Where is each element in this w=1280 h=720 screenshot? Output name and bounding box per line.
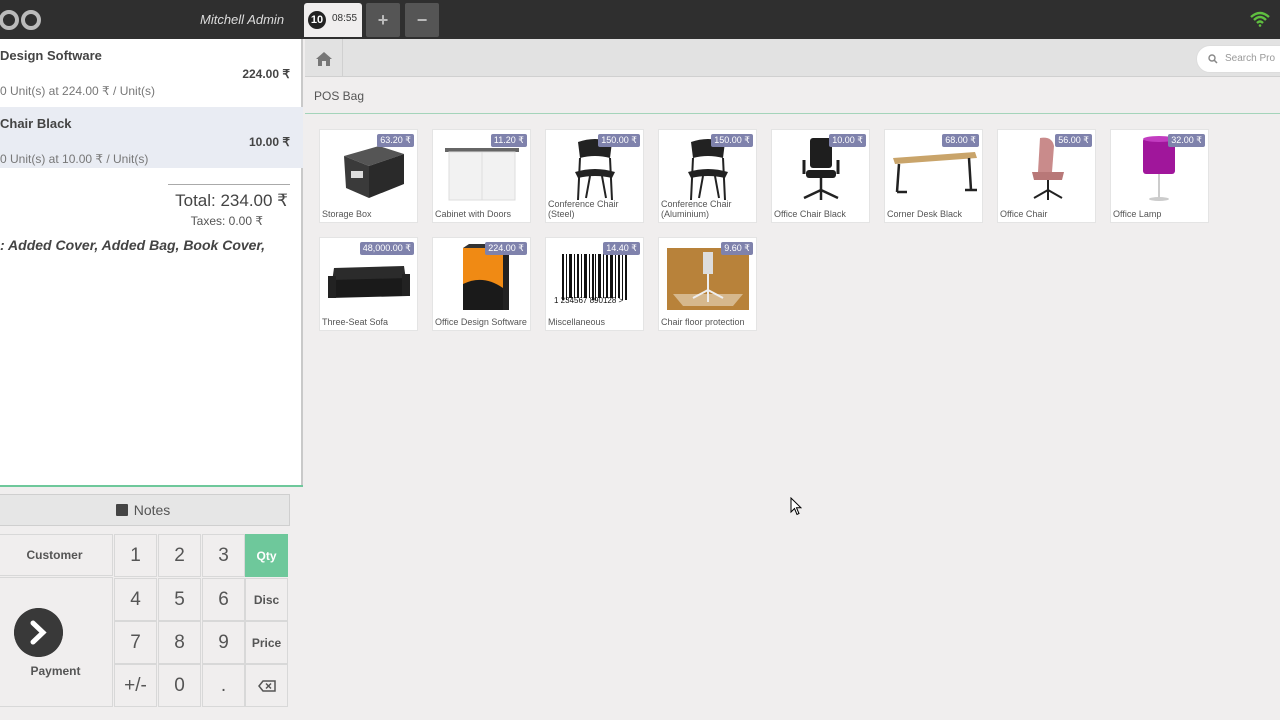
orderline-price: 224.00 ₹ — [242, 67, 290, 81]
numpad-key-2[interactable]: 2 — [158, 534, 201, 577]
order-time: 08:55 — [332, 13, 358, 24]
numpad-key-3[interactable]: 3 — [202, 534, 245, 577]
home-icon — [316, 52, 332, 66]
notes-label: Notes — [133, 502, 171, 518]
mouse-cursor-icon — [790, 497, 802, 516]
notes-button[interactable]: Notes — [0, 494, 290, 526]
customer-button[interactable]: Customer — [0, 534, 113, 576]
numpad-key-0[interactable]: 0 — [158, 664, 201, 707]
orderline-price: 10.00 ₹ — [249, 135, 290, 149]
product-card[interactable]: 56.00 ₹ Office Chair — [997, 129, 1096, 223]
wifi-icon — [1250, 11, 1270, 27]
payment-button[interactable]: Payment — [0, 577, 113, 707]
product-name: Chair floor protection — [661, 317, 745, 327]
product-card[interactable]: 48,000.00 ₹ Three-Seat Sofa — [319, 237, 418, 331]
product-name: Three-Seat Sofa — [322, 317, 389, 327]
note-icon — [115, 503, 128, 516]
product-price: 9.60 ₹ — [721, 242, 753, 255]
products-header: Search Pro — [305, 39, 1280, 77]
search-placeholder: Search Pro — [1225, 53, 1276, 64]
orderline-info: 0 Unit(s) at 10.00 ₹ / Unit(s) — [0, 152, 149, 166]
product-price: 224.00 ₹ — [485, 242, 527, 255]
numpad-key-6[interactable]: 6 — [202, 578, 245, 621]
orderline-name: Design Software — [0, 48, 102, 63]
backspace-button[interactable] — [245, 664, 288, 707]
order-tab[interactable]: 10 08:55 — [304, 3, 362, 37]
order-pane: Design Software 224.00 ₹ 0 Unit(s) at 22… — [0, 39, 303, 720]
search-icon — [1208, 54, 1218, 64]
order-taxes: Taxes: 0.00 ₹ — [190, 214, 263, 228]
product-price: 68.00 ₹ — [942, 134, 979, 147]
order-total: Total: 234.00 ₹ — [175, 191, 288, 210]
summary-divider — [168, 184, 290, 185]
chevron-right-icon — [14, 608, 63, 657]
search-box[interactable]: Search Pro — [1196, 45, 1280, 73]
qty-mode-button[interactable]: Qty — [245, 534, 288, 577]
product-name: Office Chair — [1000, 209, 1048, 219]
new-order-button[interactable]: + — [366, 3, 400, 37]
product-price: 63.20 ₹ — [377, 134, 414, 147]
product-card[interactable]: 1 234567 890128 > 14.40 ₹ Miscellaneous — [545, 237, 644, 331]
orderline[interactable]: Design Software 224.00 ₹ 0 Unit(s) at 22… — [0, 39, 303, 100]
product-price: 48,000.00 ₹ — [359, 242, 414, 255]
user-name[interactable]: Mitchell Admin — [200, 12, 284, 27]
top-bar: Mitchell Admin 10 08:55 + − — [0, 0, 1280, 39]
control-panel: Notes Customer Payment 1 2 3 Qty 4 5 6 D… — [0, 485, 303, 720]
product-card[interactable]: 32.00 ₹ Office Lamp — [1110, 129, 1209, 223]
product-name: Conference Chair (Steel) — [548, 199, 619, 219]
payment-label: Payment — [30, 664, 81, 678]
product-name: Office Chair Black — [774, 209, 846, 219]
product-card[interactable]: 150.00 ₹ Conference Chair (Steel) — [545, 129, 644, 223]
product-card[interactable]: 9.60 ₹ Chair floor protection — [658, 237, 757, 331]
product-card[interactable]: 224.00 ₹ Office Design Software — [432, 237, 531, 331]
product-card[interactable]: 11.20 ₹ Cabinet with Doors — [432, 129, 531, 223]
product-price: 32.00 ₹ — [1168, 134, 1205, 147]
product-name: Miscellaneous — [548, 317, 606, 327]
product-name: Office Lamp — [1113, 209, 1162, 219]
odoo-logo — [0, 10, 41, 30]
product-price: 150.00 ₹ — [711, 134, 753, 147]
product-card[interactable]: 150.00 ₹ Conference Chair (Aluminium) — [658, 129, 757, 223]
orderline-name: Chair Black — [0, 116, 72, 131]
product-card[interactable]: 68.00 ₹ Corner Desk Black — [884, 129, 983, 223]
barcode-text: 1 234567 890128 > — [554, 296, 624, 305]
product-price: 14.40 ₹ — [603, 242, 640, 255]
numpad-key-5[interactable]: 5 — [158, 578, 201, 621]
product-price: 150.00 ₹ — [598, 134, 640, 147]
order-number: 10 — [308, 11, 326, 29]
orderline-selected[interactable]: Chair Black 10.00 ₹ 0 Unit(s) at 10.00 ₹… — [0, 107, 303, 168]
product-card[interactable]: 10.00 ₹ Office Chair Black — [771, 129, 870, 223]
product-name: Storage Box — [322, 209, 372, 219]
numpad-key-9[interactable]: 9 — [202, 621, 245, 664]
numpad-key-1[interactable]: 1 — [114, 534, 157, 577]
product-price: 11.20 ₹ — [490, 134, 527, 147]
product-price: 56.00 ₹ — [1055, 134, 1092, 147]
numpad-key-dot[interactable]: . — [202, 664, 245, 707]
products-pane: Search Pro POS Bag 63.20 ₹ Storage Box 1… — [305, 39, 1280, 720]
order-note: : Added Cover, Added Bag, Book Cover, — [0, 237, 266, 253]
product-card[interactable]: 63.20 ₹ Storage Box — [319, 129, 418, 223]
numpad-key-4[interactable]: 4 — [114, 578, 157, 621]
product-price: 10.00 ₹ — [829, 134, 866, 147]
category-breadcrumb: POS Bag — [305, 78, 1280, 114]
numpad-key-7[interactable]: 7 — [114, 621, 157, 664]
category-label[interactable]: POS Bag — [314, 89, 364, 103]
price-mode-button[interactable]: Price — [245, 621, 288, 664]
home-button[interactable] — [305, 39, 343, 77]
disc-mode-button[interactable]: Disc — [245, 578, 288, 621]
numpad-key-sign[interactable]: +/- — [114, 664, 157, 707]
product-name: Conference Chair (Aluminium) — [661, 199, 732, 219]
product-name: Corner Desk Black — [887, 209, 963, 219]
delete-order-button[interactable]: − — [405, 3, 439, 37]
product-name: Office Design Software — [435, 317, 527, 327]
product-name: Cabinet with Doors — [435, 209, 512, 219]
backspace-icon — [257, 680, 276, 692]
orderline-info: 0 Unit(s) at 224.00 ₹ / Unit(s) — [0, 84, 156, 98]
numpad-key-8[interactable]: 8 — [158, 621, 201, 664]
